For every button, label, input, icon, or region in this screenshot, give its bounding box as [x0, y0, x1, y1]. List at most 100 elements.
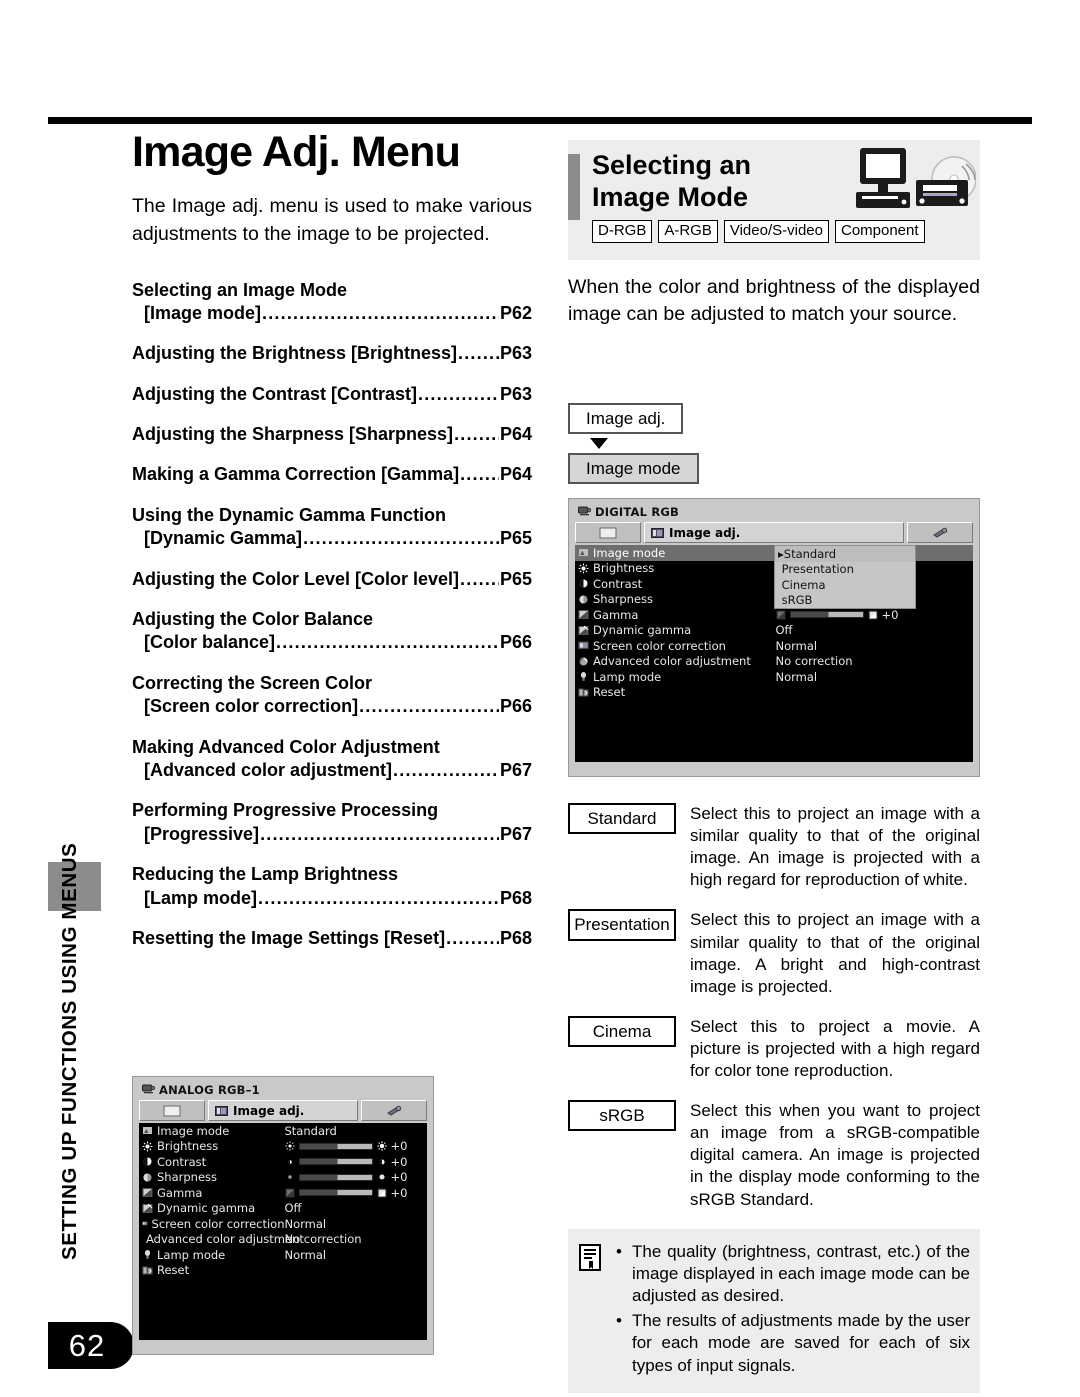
osd-row-label: Screen color correction: [151, 1216, 285, 1231]
toc-leader-dots: ........................................…: [418, 383, 499, 404]
breadcrumb-child[interactable]: Image mode: [568, 452, 699, 485]
image-mode-icon: [143, 1127, 152, 1135]
osd-row-value-group: Off: [285, 1201, 428, 1215]
section-title: Selecting an Image Mode: [592, 150, 752, 212]
dropdown-option[interactable]: Cinema: [775, 577, 915, 593]
dropdown-option[interactable]: sRGB: [775, 593, 915, 609]
screen-color-icon: [142, 1221, 148, 1226]
osd-row-label-group: Contrast: [578, 577, 776, 591]
osd-tab-settings[interactable]: [361, 1100, 427, 1121]
osd-row-value: Standard: [284, 1123, 337, 1138]
osd-menu-row[interactable]: Advanced color adjustment No correction: [139, 1232, 427, 1248]
osd-menu-row[interactable]: Image mode Standard: [139, 1123, 427, 1139]
osd-row-value-group: No correction: [285, 1232, 428, 1246]
osd-row-label: Lamp mode: [593, 669, 662, 684]
toc-leader-dots: ........................................…: [258, 887, 499, 908]
toc-entry[interactable]: Adjusting the Contrast [Contrast].......…: [132, 383, 532, 406]
toc-entry[interactable]: Selecting an Image Mode [Image mode].....…: [132, 279, 532, 326]
osd-menu-row[interactable]: Sharpness +0: [139, 1170, 427, 1186]
toc-entry[interactable]: Using the Dynamic Gamma Function [Dynamic…: [132, 504, 532, 551]
image-mode-icon: [579, 549, 588, 557]
toc-entry-sublabel: [Color balance]: [144, 632, 276, 653]
osd-row-value: Off: [284, 1201, 302, 1216]
breadcrumb-parent[interactable]: Image adj.: [568, 402, 684, 434]
toc-entry-heading: Making Advanced Color Adjustment: [132, 736, 440, 757]
toc-entry-heading: Resetting the Image Settings [Reset]: [132, 927, 446, 948]
osd-menu-row[interactable]: Screen color correction Normal: [575, 638, 973, 654]
mode-description-row: Cinema Select this to project a movie. A …: [568, 1015, 980, 1082]
toc-page-ref: P65: [499, 568, 532, 589]
osd-tab-display[interactable]: [575, 522, 641, 544]
toc-entry[interactable]: Resetting the Image Settings [Reset]....…: [132, 927, 532, 950]
osd-slider[interactable]: [298, 1142, 373, 1150]
osd-tab-image-adj[interactable]: Image adj.: [208, 1100, 358, 1121]
chevron-down-icon: [590, 437, 608, 449]
gamma-icon: [578, 610, 589, 620]
osd-signal-title-bar: ANALOG RGB–1: [139, 1082, 427, 1100]
osd-tab-display[interactable]: [139, 1100, 205, 1121]
image-mode-dropdown[interactable]: ▸Standard Presentation Cinema sRGB: [774, 545, 916, 610]
dropdown-option[interactable]: ▸Standard: [775, 546, 915, 562]
dynamic-gamma-icon: [142, 1203, 153, 1213]
toc-entry[interactable]: Performing Progressive Processing [Progre…: [132, 799, 532, 846]
osd-row-value-group: Normal: [776, 670, 974, 684]
osd-tab-label: Image adj.: [233, 1103, 305, 1118]
advanced-color-icon: [579, 657, 588, 666]
toc-entry[interactable]: Adjusting the Sharpness [Sharpness].....…: [132, 423, 532, 446]
osd-slider[interactable]: [298, 1158, 373, 1166]
toc-page-ref: P67: [499, 759, 532, 780]
osd-menu-row[interactable]: Contrast +0: [139, 1154, 427, 1170]
osd-tab-bar: Image adj.: [575, 522, 973, 544]
osd-menu-row[interactable]: Lamp mode Normal: [139, 1247, 427, 1263]
osd-menu-row[interactable]: Dynamic gamma Off: [575, 623, 973, 639]
osd-menu-row[interactable]: Dynamic gamma Off: [139, 1201, 427, 1217]
osd-row-value-group: +0: [284, 1139, 428, 1153]
osd-slider[interactable]: [298, 1173, 373, 1181]
osd-menu-row[interactable]: Reset: [575, 685, 973, 701]
osd-row-label: Screen color correction: [593, 638, 726, 653]
toc-entry-heading: Adjusting the Sharpness [Sharpness]: [132, 424, 454, 445]
osd-row-value-group: Standard: [285, 1124, 428, 1138]
osd-row-label-group: Dynamic gamma: [142, 1201, 285, 1215]
toc-entry[interactable]: Making a Gamma Correction [Gamma].......…: [132, 463, 532, 486]
osd-menu-row[interactable]: Gamma +0: [575, 607, 973, 623]
osd-tab-image-adj[interactable]: Image adj.: [644, 522, 904, 544]
toc-entry[interactable]: Adjusting the Brightness [Brightness]...…: [132, 342, 532, 365]
osd-menu-row[interactable]: Screen color correction Normal: [139, 1216, 427, 1232]
osd-row-label: Image mode: [157, 1123, 230, 1138]
toc-entry-sublabel: [Advanced color adjustment]: [144, 759, 393, 780]
toc-leader-dots: ........................................…: [262, 302, 499, 323]
toc-entry[interactable]: Correcting the Screen Color [Screen color…: [132, 672, 532, 719]
osd-empty-row: [575, 746, 973, 763]
table-of-contents: Selecting an Image Mode [Image mode].....…: [132, 279, 532, 951]
manual-page: SETTING UP FUNCTIONS USING MENUS 62 Imag…: [0, 0, 1080, 1397]
screen-color-icon: [578, 641, 589, 650]
osd-tab-settings[interactable]: [907, 522, 973, 544]
contrast-icon: [143, 1157, 152, 1166]
dropdown-option[interactable]: Presentation: [775, 562, 915, 578]
osd-row-label: Dynamic gamma: [593, 623, 692, 638]
brightness-icon: [578, 563, 589, 574]
toc-entry[interactable]: Adjusting the Color Level [Color level].…: [132, 568, 532, 591]
toc-page-ref: P64: [499, 464, 532, 485]
video-deck-icon: [916, 180, 968, 206]
osd-slider[interactable]: [298, 1189, 373, 1197]
osd-menu-row[interactable]: Advanced color adjustment No correction: [575, 654, 973, 670]
toc-entry[interactable]: Making Advanced Color Adjustment [Advance…: [132, 736, 532, 783]
osd-slider[interactable]: [789, 611, 864, 619]
toc-entry-heading: Selecting an Image Mode: [132, 279, 348, 300]
osd-row-value-group: Normal: [285, 1217, 428, 1231]
osd-row-label-group: Image mode: [142, 1124, 285, 1138]
toc-leader-dots: ........................................…: [393, 759, 499, 780]
osd-menu-row[interactable]: Gamma +0: [139, 1185, 427, 1201]
osd-empty-row: [139, 1309, 427, 1325]
toc-entry-sublabel: [Dynamic Gamma]: [144, 528, 303, 549]
toc-entry-heading: Using the Dynamic Gamma Function: [132, 504, 447, 525]
osd-row-label: Brightness: [157, 1139, 219, 1154]
osd-menu-row[interactable]: Reset: [139, 1263, 427, 1279]
computer-icon: [856, 148, 910, 208]
toc-entry[interactable]: Reducing the Lamp Brightness [Lamp mode].…: [132, 863, 532, 910]
toc-entry[interactable]: Adjusting the Color Balance [Color balanc…: [132, 608, 532, 655]
osd-menu-row[interactable]: Brightness +0: [139, 1139, 427, 1155]
osd-menu-row[interactable]: Lamp mode Normal: [575, 669, 973, 685]
